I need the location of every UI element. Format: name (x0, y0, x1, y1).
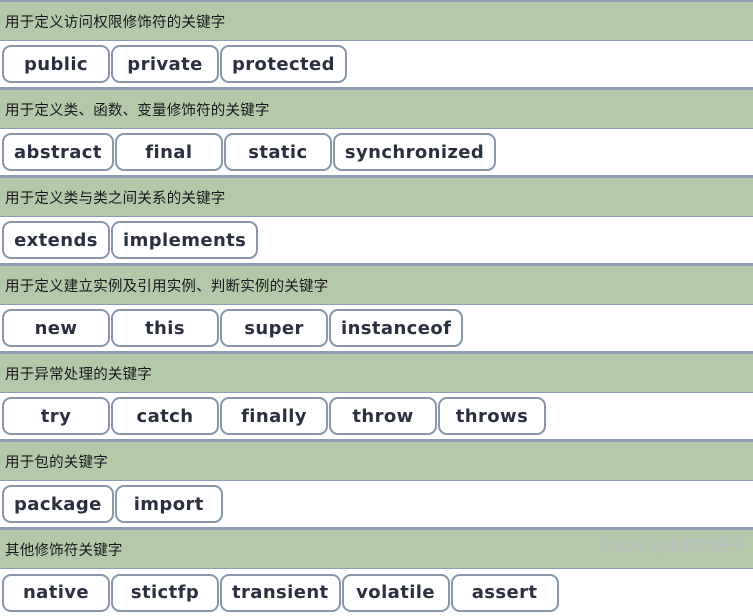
keyword-label: native (22, 582, 90, 603)
keyword-chip-assert[interactable]: assert (450, 573, 559, 612)
keyword-label: package (14, 493, 102, 515)
section-header-package: 用于包的关键字 (0, 440, 753, 481)
keyword-label: protected (232, 53, 335, 75)
keyword-chip-final[interactable]: final (114, 133, 223, 171)
section-title: 用于定义建立实例及引用实例、判断实例的关键字 (5, 278, 329, 295)
keyword-label: import (133, 493, 204, 515)
keyword-row-other-modifiers: native stictfp transient volatile assert (0, 569, 753, 616)
section-title: 用于定义类、函数、变量修饰符的关键字 (5, 102, 270, 119)
keyword-row-exception-handling: try catch finally throw throws (0, 393, 753, 440)
keyword-chip-public[interactable]: public (2, 45, 110, 83)
section-title: 其他修饰符关键字 (5, 542, 123, 559)
keyword-chip-catch[interactable]: catch (111, 397, 219, 435)
keyword-row-class-function-variable-modifiers: abstract final static synchronized (0, 129, 753, 176)
keyword-chip-stictfp[interactable]: stictfp (111, 573, 219, 612)
section-header-instance-creation-reference: 用于定义建立实例及引用实例、判断实例的关键字 (0, 264, 753, 305)
keyword-label: extends (14, 229, 98, 251)
keyword-chip-this[interactable]: this (111, 309, 219, 347)
keyword-label: synchronized (344, 141, 485, 163)
keyword-chip-try[interactable]: try (2, 397, 110, 435)
keyword-label: implements (123, 229, 247, 251)
keyword-chip-throws[interactable]: throws (438, 397, 546, 435)
keyword-chip-extends[interactable]: extends (2, 221, 110, 259)
keyword-label: private (127, 53, 203, 75)
section-header-exception-handling: 用于异常处理的关键字 (0, 352, 753, 393)
keyword-label: finally (241, 405, 307, 427)
keyword-chip-package[interactable]: package (2, 485, 114, 523)
keyword-row-package: package import (0, 481, 753, 528)
keyword-label: stictfp (130, 582, 200, 603)
keyword-chip-instanceof[interactable]: instanceof (329, 309, 464, 347)
keyword-chip-throw[interactable]: throw (329, 397, 437, 435)
keyword-label: super (244, 317, 304, 339)
keyword-chip-native[interactable]: native (2, 573, 110, 612)
section-title: 用于定义访问权限修饰符的关键字 (5, 14, 226, 31)
keyword-label: throw (352, 405, 414, 427)
section-header-class-function-variable-modifiers: 用于定义类、函数、变量修饰符的关键字 (0, 88, 753, 129)
java-keyword-table: 用于定义访问权限修饰符的关键字 public private protected… (0, 0, 753, 616)
keyword-chip-volatile[interactable]: volatile (341, 573, 450, 612)
keyword-label: transient (232, 582, 329, 603)
keyword-label: static (248, 141, 308, 163)
section-header-access-modifiers: 用于定义访问权限修饰符的关键字 (0, 0, 753, 41)
section-header-class-relationships: 用于定义类与类之间关系的关键字 (0, 176, 753, 217)
section-title: 用于定义类与类之间关系的关键字 (5, 190, 226, 207)
keyword-chip-abstract[interactable]: abstract (2, 133, 114, 171)
keyword-chip-transient[interactable]: transient (220, 573, 341, 612)
keyword-label: public (24, 53, 88, 75)
keyword-row-class-relationships: extends implements (0, 217, 753, 264)
keyword-label: assert (471, 582, 538, 603)
keyword-label: this (145, 317, 185, 339)
keyword-chip-super[interactable]: super (220, 309, 328, 347)
keyword-label: new (34, 317, 78, 339)
keyword-chip-implements[interactable]: implements (111, 221, 259, 259)
section-title: 用于异常处理的关键字 (5, 366, 152, 383)
keyword-label: try (40, 405, 72, 427)
keyword-label: instanceof (341, 317, 452, 339)
keyword-chip-finally[interactable]: finally (220, 397, 328, 435)
keyword-chip-private[interactable]: private (111, 45, 219, 83)
keyword-chip-protected[interactable]: protected (220, 45, 347, 83)
keyword-label: throws (455, 405, 529, 427)
keyword-row-access-modifiers: public private protected (0, 41, 753, 88)
keyword-label: final (145, 141, 193, 163)
keyword-label: volatile (356, 582, 435, 603)
keyword-chip-static[interactable]: static (223, 133, 332, 171)
keyword-chip-new[interactable]: new (2, 309, 110, 347)
keyword-chip-synchronized[interactable]: synchronized (332, 133, 497, 171)
keyword-label: abstract (14, 141, 102, 163)
keyword-label: catch (136, 405, 194, 427)
keyword-row-instance-creation-reference: new this super instanceof (0, 305, 753, 352)
keyword-chip-import[interactable]: import (114, 485, 223, 523)
section-header-other-modifiers: 其他修饰符关键字 (0, 528, 753, 569)
section-title: 用于包的关键字 (5, 454, 108, 471)
